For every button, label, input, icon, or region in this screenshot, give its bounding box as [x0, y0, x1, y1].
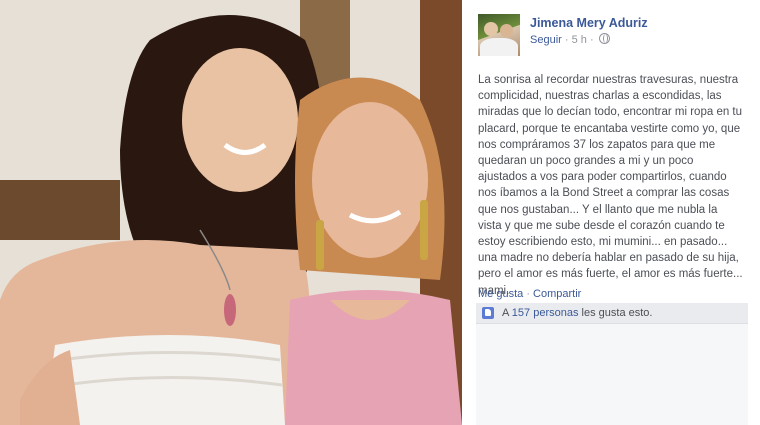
- post-body: La sonrisa al recordar nuestras travesur…: [478, 74, 743, 297]
- meta-separator: ·: [589, 34, 594, 46]
- meta-separator: ·: [564, 34, 569, 46]
- thumbs-up-icon: [482, 307, 494, 319]
- likes-count-link[interactable]: 157 personas: [512, 307, 579, 319]
- post-panel: Jimena Mery Aduriz Seguir · 5 h · La son…: [462, 0, 760, 425]
- post-actions: Me gusta · Compartir: [478, 288, 581, 300]
- globe-icon[interactable]: [598, 33, 610, 44]
- action-separator: ·: [526, 288, 530, 300]
- photo-illustration: [0, 0, 462, 425]
- post-photo[interactable]: [0, 0, 462, 425]
- likes-suffix: les gusta esto.: [581, 307, 653, 319]
- likes-summary: A 157 personas les gusta esto.: [476, 303, 748, 324]
- share-link[interactable]: Compartir: [533, 288, 581, 300]
- likes-text: A 157 personas les gusta esto.: [502, 307, 652, 319]
- post-meta: Seguir · 5 h ·: [530, 33, 610, 46]
- author-name[interactable]: Jimena Mery Aduriz: [530, 16, 648, 30]
- avatar[interactable]: [478, 14, 520, 56]
- post-header: Jimena Mery Aduriz Seguir · 5 h ·: [478, 14, 748, 58]
- follow-link[interactable]: Seguir: [530, 34, 562, 46]
- like-link[interactable]: Me gusta: [478, 288, 523, 300]
- likes-prefix: A: [502, 307, 509, 319]
- comment-area: [476, 324, 748, 425]
- post-time[interactable]: 5 h: [572, 34, 587, 46]
- likes-box: A 157 personas les gusta esto.: [476, 303, 748, 425]
